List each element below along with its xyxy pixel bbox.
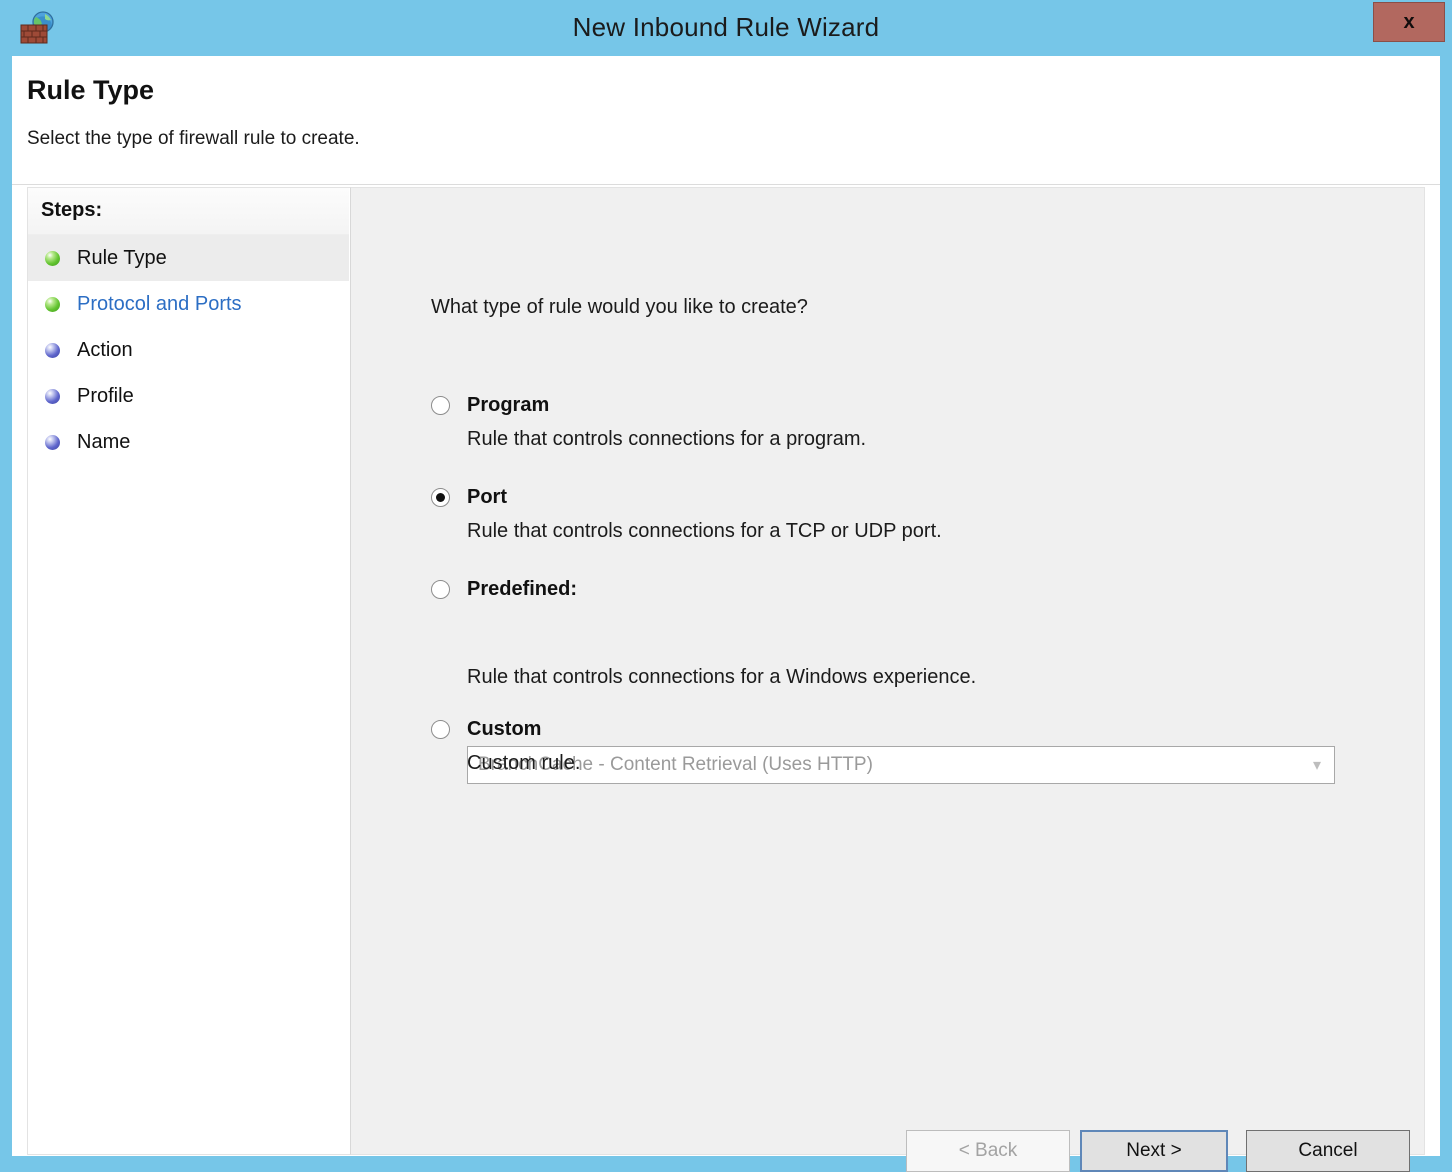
radio-program[interactable] (431, 396, 450, 415)
sidebar-item-label: Profile (77, 384, 134, 407)
option-predefined-description: Rule that controls connections for a Win… (467, 666, 977, 688)
body-area: Steps: Rule Type Protocol and Ports Acti… (12, 186, 1440, 1172)
step-bullet-blue-icon (45, 434, 60, 450)
sidebar-item-name[interactable]: Name (28, 419, 349, 465)
cancel-button[interactable]: Cancel (1246, 1130, 1410, 1172)
page-subtitle: Select the type of firewall rule to crea… (27, 128, 360, 149)
step-bullet-green-icon (45, 296, 60, 312)
option-custom-head[interactable]: Custom (431, 718, 580, 741)
wizard-window: New Inbound Rule Wizard x Rule Type Sele… (0, 0, 1452, 1172)
option-port-label: Port (467, 486, 507, 508)
radio-custom[interactable] (431, 720, 450, 739)
option-predefined: Predefined: (431, 578, 577, 601)
radio-predefined[interactable] (431, 580, 450, 599)
window-title: New Inbound Rule Wizard (572, 12, 880, 42)
option-program-head[interactable]: Program (431, 394, 866, 417)
sidebar-item-label: Action (77, 338, 133, 361)
chevron-down-icon: ▾ (1312, 757, 1322, 774)
option-predefined-head[interactable]: Predefined: (431, 578, 577, 601)
step-bullet-green-icon (45, 250, 60, 266)
steps-header: Steps: (28, 188, 349, 235)
option-predefined-description-wrap: Rule that controls connections for a Win… (431, 666, 976, 689)
sidebar-item-rule-type[interactable]: Rule Type (28, 235, 349, 281)
sidebar-item-label: Protocol and Ports (77, 292, 242, 315)
back-button[interactable]: < Back (906, 1130, 1070, 1172)
client-area: Rule Type Select the type of firewall ru… (12, 56, 1440, 1172)
predefined-rule-value: BranchCache - Content Retrieval (Uses HT… (478, 754, 873, 775)
option-custom-label: Custom (467, 718, 542, 740)
option-predefined-label: Predefined: (467, 578, 578, 600)
option-program: Program Rule that controls connections f… (431, 394, 866, 451)
question-text: What type of rule would you like to crea… (431, 296, 808, 318)
steps-sidebar: Steps: Rule Type Protocol and Ports Acti… (27, 187, 350, 1155)
title-bar: New Inbound Rule Wizard x (0, 0, 1452, 56)
page-title: Rule Type (27, 75, 155, 105)
option-program-label: Program (467, 394, 550, 416)
sidebar-item-label: Rule Type (77, 246, 167, 269)
option-port-head[interactable]: Port (431, 486, 942, 509)
radio-port[interactable] (431, 488, 450, 507)
option-custom-description: Custom rule. (467, 752, 581, 774)
option-custom: Custom Custom rule. (431, 718, 580, 775)
step-bullet-blue-icon (45, 342, 60, 358)
sidebar-item-profile[interactable]: Profile (28, 373, 349, 419)
next-button[interactable]: Next > (1080, 1130, 1228, 1172)
option-program-description: Rule that controls connections for a pro… (467, 428, 867, 450)
steps-heading: Steps: (41, 199, 103, 221)
content-panel: What type of rule would you like to crea… (350, 187, 1425, 1172)
predefined-rule-dropdown[interactable]: BranchCache - Content Retrieval (Uses HT… (467, 746, 1335, 784)
step-bullet-blue-icon (45, 388, 60, 404)
page-header: Rule Type Select the type of firewall ru… (12, 56, 1440, 185)
sidebar-item-action[interactable]: Action (28, 327, 349, 373)
option-port-description: Rule that controls connections for a TCP… (467, 520, 942, 542)
close-button[interactable]: x (1373, 2, 1445, 42)
option-port: Port Rule that controls connections for … (431, 486, 942, 543)
sidebar-item-label: Name (77, 430, 131, 453)
sidebar-item-protocol-and-ports[interactable]: Protocol and Ports (28, 281, 349, 327)
